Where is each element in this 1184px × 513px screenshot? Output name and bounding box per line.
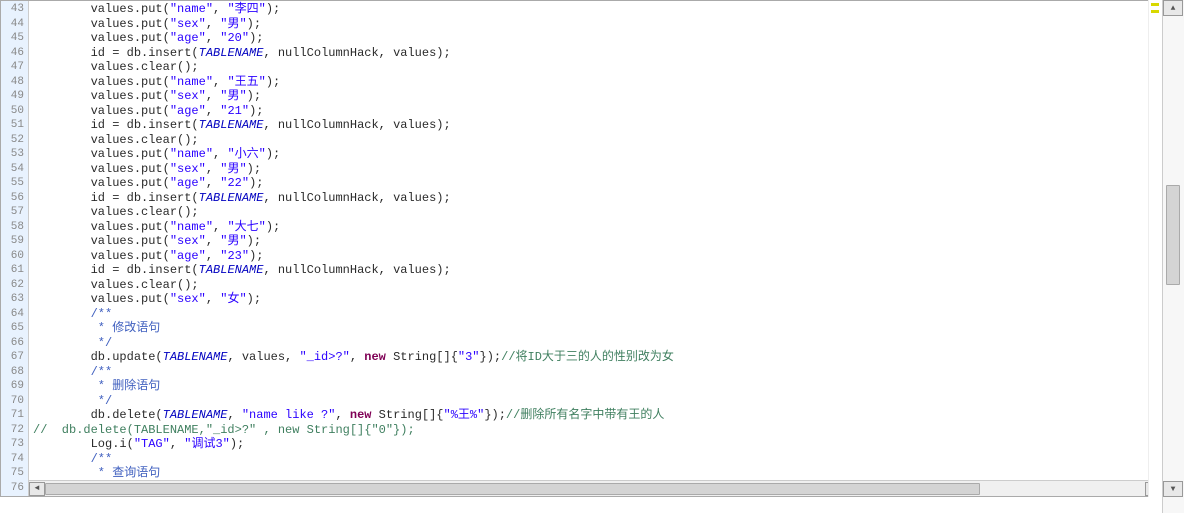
- line-number: 74: [1, 452, 28, 467]
- code-line[interactable]: values.put("name", "小六");: [33, 147, 1161, 162]
- arrow-up-icon: ▲: [1171, 4, 1176, 13]
- code-line[interactable]: */: [33, 394, 1161, 409]
- scroll-up-button[interactable]: ▲: [1163, 0, 1183, 16]
- code-line[interactable]: values.put("sex", "男");: [33, 162, 1161, 177]
- code-line[interactable]: values.put("name", "大七");: [33, 220, 1161, 235]
- line-number: 50: [1, 104, 28, 119]
- line-number: 43: [1, 2, 28, 17]
- line-number: 69: [1, 379, 28, 394]
- line-number: 67: [1, 350, 28, 365]
- code-line[interactable]: values.put("sex", "女");: [33, 292, 1161, 307]
- line-number: 60: [1, 249, 28, 264]
- line-number: 76: [1, 481, 28, 496]
- code-line[interactable]: values.put("age", "20");: [33, 31, 1161, 46]
- line-number: 53: [1, 147, 28, 162]
- line-number: 45: [1, 31, 28, 46]
- vscroll-thumb[interactable]: [1166, 185, 1180, 285]
- hscroll-thumb[interactable]: [45, 483, 980, 495]
- code-line[interactable]: id = db.insert(TABLENAME, nullColumnHack…: [33, 263, 1161, 278]
- code-line[interactable]: values.put("sex", "男");: [33, 17, 1161, 32]
- code-line[interactable]: * 修改语句: [33, 321, 1161, 336]
- code-line[interactable]: /**: [33, 365, 1161, 380]
- line-number: 75: [1, 466, 28, 481]
- code-line[interactable]: Log.i("TAG", "调试3");: [33, 437, 1161, 452]
- code-line[interactable]: id = db.insert(TABLENAME, nullColumnHack…: [33, 191, 1161, 206]
- line-number: 66: [1, 336, 28, 351]
- code-editor: 4344454647484950515253545556575859606162…: [0, 0, 1162, 497]
- line-number: 47: [1, 60, 28, 75]
- code-line[interactable]: /**: [33, 452, 1161, 467]
- code-line[interactable]: * 查询语句: [33, 466, 1161, 481]
- line-number: 58: [1, 220, 28, 235]
- code-line[interactable]: * 删除语句: [33, 379, 1161, 394]
- code-line[interactable]: values.clear();: [33, 133, 1161, 148]
- code-line[interactable]: id = db.insert(TABLENAME, nullColumnHack…: [33, 46, 1161, 61]
- code-line[interactable]: values.put("age", "21");: [33, 104, 1161, 119]
- code-line[interactable]: values.put("name", "王五");: [33, 75, 1161, 90]
- marker[interactable]: [1151, 3, 1159, 6]
- horizontal-scrollbar[interactable]: ◄ ►: [29, 480, 1161, 496]
- hscroll-track[interactable]: [45, 482, 1145, 496]
- line-number: 65: [1, 321, 28, 336]
- line-number-gutter: 4344454647484950515253545556575859606162…: [1, 1, 29, 496]
- code-line[interactable]: values.clear();: [33, 205, 1161, 220]
- arrow-left-icon: ◄: [35, 484, 40, 493]
- line-number: 44: [1, 17, 28, 32]
- code-line[interactable]: /**: [33, 307, 1161, 322]
- line-number: 46: [1, 46, 28, 61]
- line-number: 55: [1, 176, 28, 191]
- code-line[interactable]: // db.delete(TABLENAME,"_id>?" , new Str…: [33, 423, 1161, 438]
- marker[interactable]: [1151, 10, 1159, 13]
- arrow-down-icon: ▼: [1171, 485, 1176, 494]
- scroll-left-button[interactable]: ◄: [29, 482, 45, 496]
- overview-ruler[interactable]: [1148, 0, 1162, 497]
- line-number: 48: [1, 75, 28, 90]
- line-number: 52: [1, 133, 28, 148]
- line-number: 51: [1, 118, 28, 133]
- line-number: 64: [1, 307, 28, 322]
- line-number: 61: [1, 263, 28, 278]
- line-number: 62: [1, 278, 28, 293]
- code-line[interactable]: values.put("sex", "男");: [33, 89, 1161, 104]
- code-line[interactable]: values.clear();: [33, 60, 1161, 75]
- line-number: 73: [1, 437, 28, 452]
- line-number: 68: [1, 365, 28, 380]
- line-number: 70: [1, 394, 28, 409]
- code-line[interactable]: id = db.insert(TABLENAME, nullColumnHack…: [33, 118, 1161, 133]
- line-number: 63: [1, 292, 28, 307]
- code-viewport[interactable]: values.put("name", "李四"); values.put("se…: [29, 1, 1161, 496]
- line-number: 56: [1, 191, 28, 206]
- line-number: 72: [1, 423, 28, 438]
- line-number: 59: [1, 234, 28, 249]
- line-number: 57: [1, 205, 28, 220]
- code-line[interactable]: values.put("sex", "男");: [33, 234, 1161, 249]
- scroll-down-button[interactable]: ▼: [1163, 481, 1183, 497]
- code-line[interactable]: values.put("age", "22");: [33, 176, 1161, 191]
- line-number: 71: [1, 408, 28, 423]
- code-line[interactable]: db.update(TABLENAME, values, "_id>?", ne…: [33, 350, 1161, 365]
- code-line[interactable]: */: [33, 336, 1161, 351]
- code-line[interactable]: values.put("name", "李四");: [33, 2, 1161, 17]
- line-number: 54: [1, 162, 28, 177]
- line-number: 49: [1, 89, 28, 104]
- vertical-scrollbar[interactable]: ▲ ▼: [1162, 0, 1184, 513]
- code-line[interactable]: values.clear();: [33, 278, 1161, 293]
- code-line[interactable]: values.put("age", "23");: [33, 249, 1161, 264]
- code-line[interactable]: db.delete(TABLENAME, "name like ?", new …: [33, 408, 1161, 423]
